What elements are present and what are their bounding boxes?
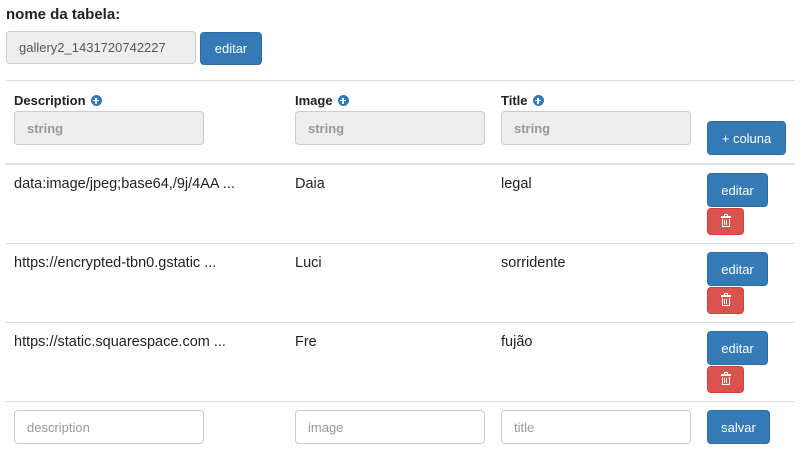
column-type-input[interactable] — [501, 111, 691, 145]
column-name: Image — [295, 93, 333, 108]
column-header-title: Title — [501, 93, 544, 108]
cell-description: https://encrypted-tbn0.gstatic ... — [14, 255, 217, 271]
cell-description: https://static.squarespace.com ... — [14, 334, 226, 350]
edit-table-name-button[interactable]: editar — [200, 32, 262, 65]
cell-title: fujão — [501, 334, 533, 350]
delete-row-button[interactable] — [707, 287, 744, 314]
table-name-label: nome da tabela: — [6, 6, 121, 23]
new-title-input[interactable] — [501, 410, 691, 444]
trash-icon — [720, 293, 731, 306]
column-header-image: Image — [295, 93, 349, 108]
new-image-input[interactable] — [295, 410, 485, 444]
plus-circle-icon[interactable] — [337, 95, 349, 106]
column-type-input[interactable] — [295, 111, 485, 145]
cell-image: Luci — [295, 255, 322, 271]
delete-row-button[interactable] — [707, 366, 744, 393]
delete-row-button[interactable] — [707, 208, 744, 235]
column-header-description: Description — [14, 93, 102, 108]
divider — [6, 163, 795, 165]
cell-image: Fre — [295, 334, 317, 350]
column-type-input[interactable] — [14, 111, 204, 145]
cell-description: data:image/jpeg;base64,/9j/4AA ... — [14, 176, 235, 192]
new-description-input[interactable] — [14, 410, 204, 444]
edit-row-button[interactable]: editar — [707, 173, 768, 207]
cell-image: Daia — [295, 176, 325, 192]
divider — [6, 80, 795, 81]
divider — [6, 243, 795, 244]
trash-icon — [720, 214, 731, 227]
divider — [6, 322, 795, 323]
column-name: Title — [501, 93, 528, 108]
edit-row-button[interactable]: editar — [707, 331, 768, 365]
column-name: Description — [14, 93, 86, 108]
plus-circle-icon[interactable] — [532, 95, 544, 106]
cell-title: sorridente — [501, 255, 566, 271]
cell-title: legal — [501, 176, 532, 192]
divider — [6, 401, 795, 402]
trash-icon — [720, 372, 731, 385]
edit-row-button[interactable]: editar — [707, 252, 768, 286]
save-button[interactable]: salvar — [707, 410, 770, 444]
add-column-button[interactable]: + coluna — [707, 121, 786, 155]
table-name-input[interactable] — [6, 31, 196, 64]
plus-circle-icon[interactable] — [90, 95, 102, 106]
